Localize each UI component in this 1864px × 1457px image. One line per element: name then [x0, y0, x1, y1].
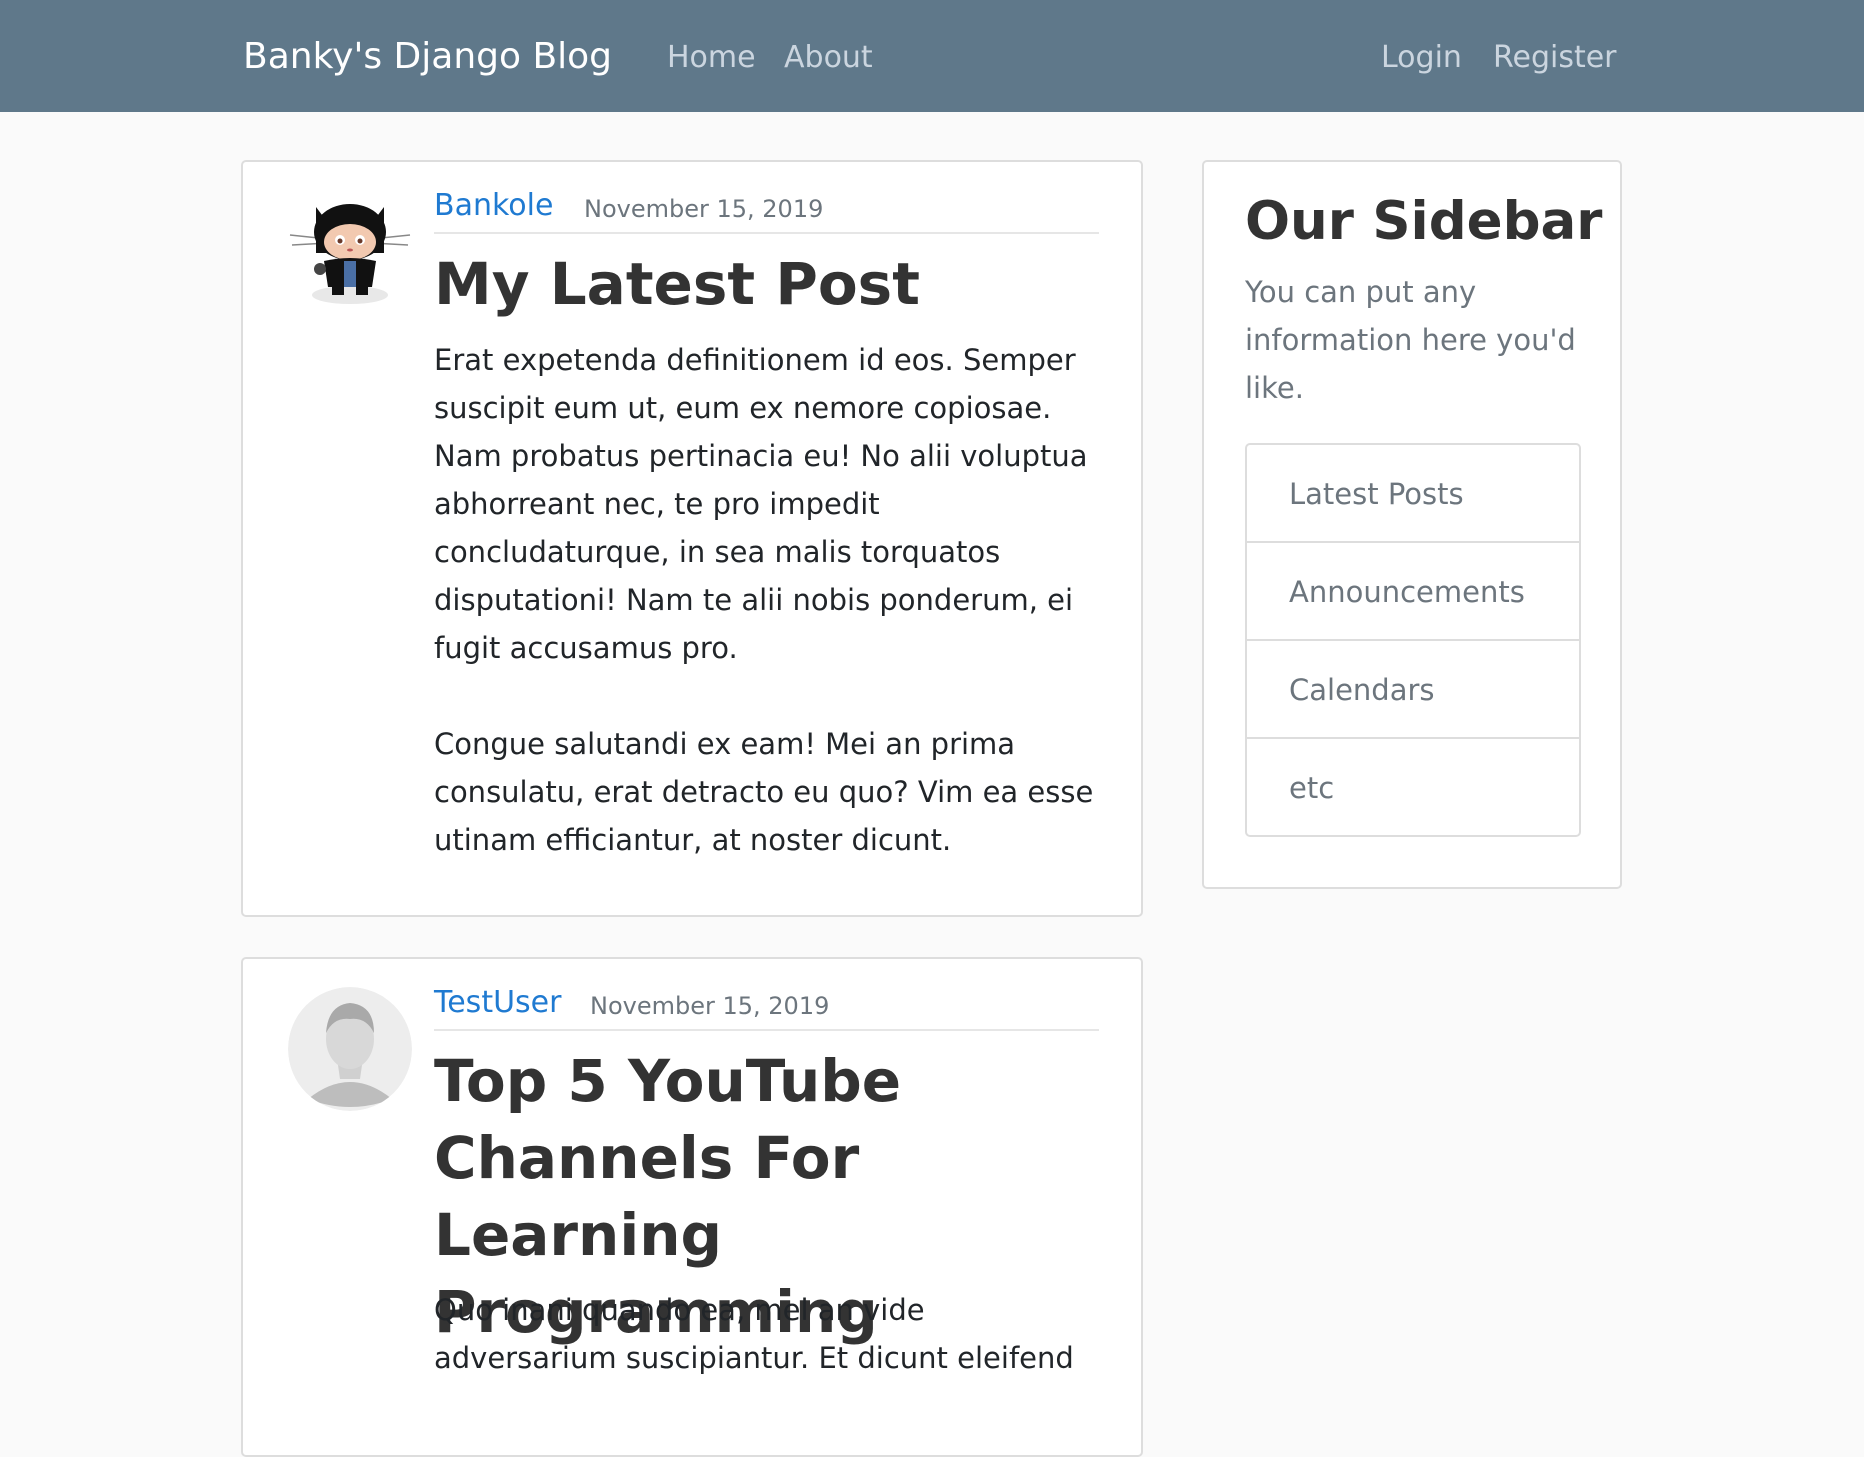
- post-title-link[interactable]: My Latest Post: [434, 246, 1114, 323]
- sidebar: Our Sidebar You can put any information …: [1202, 160, 1622, 889]
- sidebar-item-calendars[interactable]: Calendars: [1247, 641, 1579, 739]
- meta-divider: [434, 232, 1099, 234]
- sidebar-title: Our Sidebar: [1245, 191, 1603, 252]
- post-author-link[interactable]: TestUser: [434, 983, 561, 1023]
- post-card: Bankole November 15, 2019 My Latest Post…: [241, 160, 1143, 917]
- nav-login-link[interactable]: Login: [1381, 38, 1462, 78]
- octocat-icon: [289, 204, 411, 304]
- default-user-avatar[interactable]: [288, 987, 412, 1111]
- post-date: November 15, 2019: [590, 992, 830, 1020]
- post-date: November 15, 2019: [584, 195, 824, 223]
- navbar: Banky's Django Blog Home About Login Reg…: [0, 0, 1864, 112]
- octocat-avatar[interactable]: [288, 187, 412, 311]
- nav-about-link[interactable]: About: [784, 38, 873, 78]
- post-card: TestUser November 15, 2019 Top 5 YouTube…: [241, 957, 1143, 1457]
- nav-home-link[interactable]: Home: [667, 38, 756, 78]
- post-content: Quo inani quando ea, mel an vide adversa…: [434, 1293, 1074, 1375]
- sidebar-item-announcements[interactable]: Announcements: [1247, 543, 1579, 641]
- meta-divider: [434, 1029, 1099, 1031]
- sidebar-item-latest-posts[interactable]: Latest Posts: [1247, 445, 1579, 543]
- brand-link[interactable]: Banky's Django Blog: [243, 33, 612, 81]
- user-silhouette-icon: [288, 987, 412, 1111]
- sidebar-description: You can put any information here you'd l…: [1245, 275, 1576, 405]
- post-author-link[interactable]: Bankole: [434, 186, 553, 226]
- sidebar-list: Latest Posts Announcements Calendars etc: [1245, 443, 1581, 837]
- nav-register-link[interactable]: Register: [1493, 38, 1617, 78]
- sidebar-item-etc[interactable]: etc: [1247, 739, 1579, 835]
- post-content: Erat expetenda definitionem id eos. Semp…: [434, 343, 1094, 857]
